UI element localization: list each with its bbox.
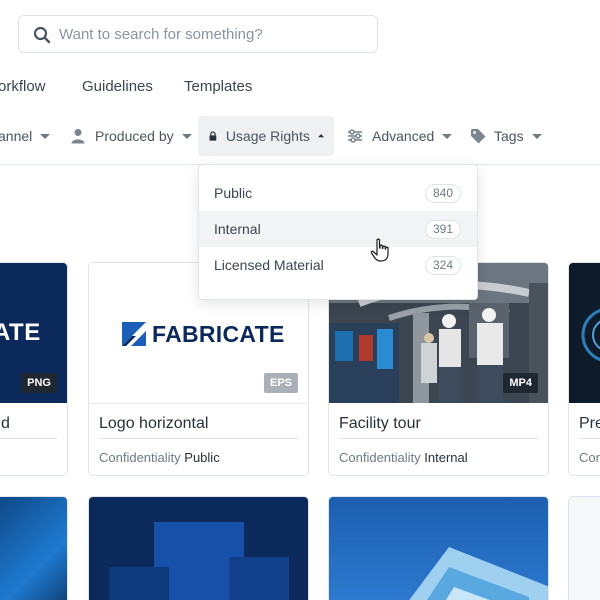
filter-produced-by[interactable]: Produced by	[70, 116, 192, 156]
sliders-icon	[348, 129, 362, 143]
hand-cursor-icon	[370, 238, 389, 262]
dropdown-option-licensed-material[interactable]: Licensed Material 324	[199, 247, 477, 283]
usage-rights-dropdown: Public 840 Internal 391 Licensed Materia…	[198, 164, 478, 300]
asset-card[interactable]	[0, 496, 68, 600]
option-label: Public	[214, 185, 253, 201]
asset-title: Logo horizontal	[99, 415, 209, 432]
filter-channel[interactable]: annel	[0, 116, 51, 156]
asset-thumbnail	[569, 263, 600, 403]
filter-tags[interactable]: Tags	[470, 116, 542, 156]
filter-advanced[interactable]: Advanced	[347, 116, 453, 156]
asset-meta: Confidentiality Internal	[339, 450, 468, 465]
filter-bar: annel Produced by Usage Rights Advanced	[0, 116, 600, 156]
asset-thumbnail	[329, 497, 548, 600]
tab-templates[interactable]: Templates	[184, 78, 252, 95]
abstract-photo	[581, 309, 600, 361]
building-photo	[409, 547, 548, 600]
asset-card[interactable]: Pre Con	[568, 262, 600, 476]
option-label: Licensed Material	[214, 257, 324, 273]
option-count: 324	[424, 256, 461, 275]
chevron-down-icon	[181, 134, 192, 139]
tab-workflow[interactable]: orkflow	[0, 78, 46, 95]
file-type-badge: MP4	[503, 373, 538, 393]
search-icon	[33, 26, 51, 44]
option-count: 840	[424, 184, 461, 203]
card-divider	[579, 438, 600, 439]
asset-meta: Confidentiality Public	[99, 450, 220, 465]
asset-thumbnail	[89, 497, 308, 600]
card-divider	[0, 438, 57, 439]
filter-advanced-label: Advanced	[372, 128, 435, 144]
option-count: 391	[424, 220, 461, 239]
chevron-down-icon	[40, 134, 51, 139]
card-divider	[339, 438, 538, 439]
file-type-badge: EPS	[263, 373, 298, 393]
chevron-down-icon	[442, 134, 453, 139]
asset-card[interactable]	[88, 496, 309, 600]
asset-title: Pre	[579, 415, 600, 432]
filter-usage-rights-label: Usage Rights	[225, 128, 310, 144]
confidentiality-value: Public	[184, 450, 220, 465]
asset-title: Facility tour	[339, 415, 421, 432]
search-box[interactable]	[18, 15, 378, 53]
asset-title: d	[1, 415, 10, 432]
thumb-border	[89, 403, 308, 404]
asset-thumbnail	[0, 497, 67, 600]
tab-guidelines[interactable]: Guidelines	[82, 78, 153, 95]
fabricate-logo-icon	[122, 322, 146, 346]
asset-meta: Con	[579, 450, 600, 465]
filter-produced-by-label: Produced by	[95, 128, 174, 144]
asset-card[interactable]	[568, 496, 600, 600]
dropdown-option-public[interactable]: Public 840	[199, 175, 477, 211]
option-label: Internal	[214, 221, 261, 237]
tag-icon	[471, 129, 486, 144]
chevron-down-icon	[531, 134, 542, 139]
main-nav: orkflow Guidelines Templates	[0, 78, 600, 100]
thumbnail-brand-text: ATE	[0, 319, 41, 346]
filter-channel-label: annel	[0, 128, 33, 144]
dropdown-option-internal[interactable]: Internal 391	[199, 211, 477, 247]
asset-card[interactable]	[328, 496, 549, 600]
asset-card[interactable]: ATE PNG d	[0, 262, 68, 476]
lock-icon	[209, 131, 217, 141]
search-input[interactable]	[59, 16, 369, 52]
chevron-up-icon	[317, 134, 324, 138]
file-type-badge: PNG	[21, 373, 57, 393]
logo-wordmark: FABRICATE	[152, 321, 285, 347]
filter-usage-rights[interactable]: Usage Rights	[198, 116, 334, 156]
card-divider	[99, 438, 298, 439]
filter-tags-label: Tags	[494, 128, 524, 144]
user-icon	[71, 129, 85, 144]
confidentiality-value: Internal	[424, 450, 468, 465]
